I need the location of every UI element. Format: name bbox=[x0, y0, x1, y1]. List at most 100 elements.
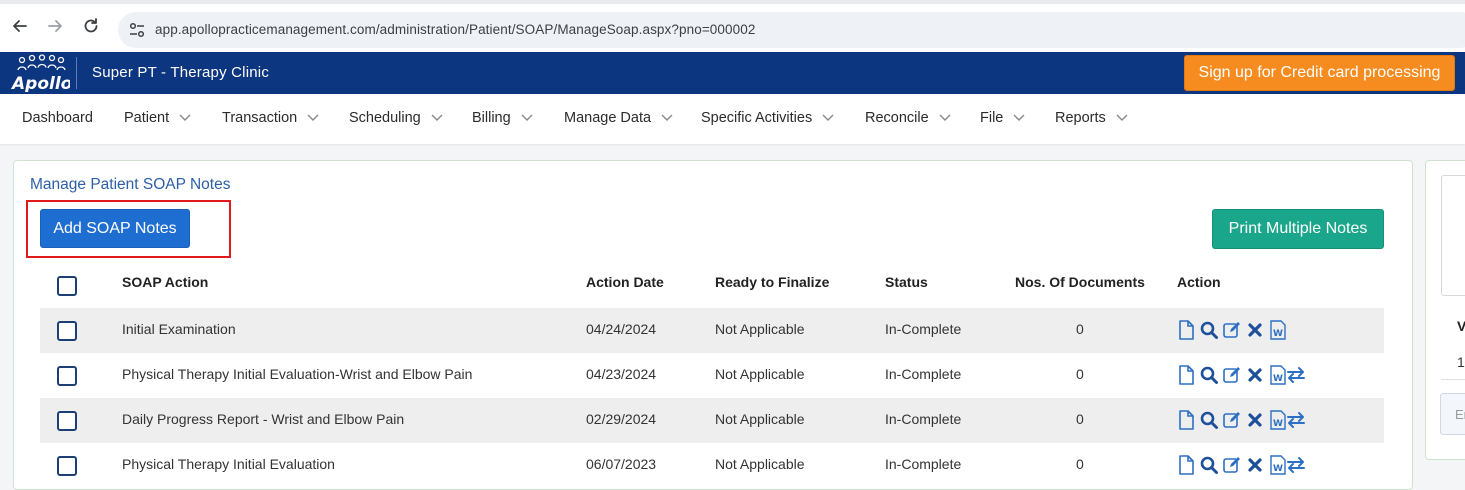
svg-text:W: W bbox=[1273, 419, 1283, 429]
browser-toolbar: app.apollopracticemanagement.com/adminis… bbox=[0, 0, 1465, 52]
row-checkbox[interactable] bbox=[57, 366, 77, 386]
word-icon[interactable]: W bbox=[1268, 319, 1288, 341]
logo-text: Apollo bbox=[10, 74, 70, 92]
edit-icon[interactable] bbox=[1222, 454, 1242, 476]
status-text: In-Complete bbox=[885, 456, 962, 472]
menu-item-billing[interactable]: Billing bbox=[472, 110, 533, 126]
menu-item-specific-activities[interactable]: Specific Activities bbox=[701, 110, 834, 126]
menu-item-transaction[interactable]: Transaction bbox=[222, 110, 319, 126]
edit-icon[interactable] bbox=[1222, 364, 1242, 386]
document-icon[interactable] bbox=[1176, 454, 1196, 476]
chevron-down-icon bbox=[822, 114, 834, 122]
url-text[interactable]: app.apollopracticemanagement.com/adminis… bbox=[155, 22, 755, 37]
reload-button[interactable] bbox=[80, 17, 102, 39]
address-bar[interactable]: app.apollopracticemanagement.com/adminis… bbox=[118, 12, 1465, 48]
edit-icon[interactable] bbox=[1222, 409, 1242, 431]
column-header-soap-action: SOAP Action bbox=[122, 274, 209, 290]
ready-to-finalize-text: Not Applicable bbox=[715, 366, 805, 382]
search-icon[interactable] bbox=[1199, 454, 1219, 476]
row-checkbox[interactable] bbox=[57, 456, 77, 476]
search-icon[interactable] bbox=[1199, 409, 1219, 431]
action-date-text: 02/29/2024 bbox=[586, 411, 657, 427]
word-icon[interactable]: W bbox=[1268, 409, 1288, 431]
soap-action-text: Initial Examination bbox=[122, 321, 236, 337]
side-input-placeholder: Er bbox=[1455, 407, 1465, 422]
select-all-checkbox[interactable] bbox=[57, 276, 77, 296]
menu-item-file[interactable]: File bbox=[980, 110, 1025, 126]
action-date-text: 04/23/2024 bbox=[586, 366, 657, 382]
document-icon[interactable] bbox=[1176, 409, 1196, 431]
column-header-status: Status bbox=[885, 274, 928, 290]
ready-to-finalize-text: Not Applicable bbox=[715, 456, 805, 472]
column-header-action: Action bbox=[1177, 274, 1221, 290]
menu-item-reconcile[interactable]: Reconcile bbox=[865, 110, 951, 126]
column-header-documents: Nos. Of Documents bbox=[1015, 274, 1145, 290]
search-icon[interactable] bbox=[1199, 319, 1219, 341]
forward-button[interactable] bbox=[44, 17, 66, 39]
search-icon[interactable] bbox=[1199, 364, 1219, 386]
side-preview-box bbox=[1441, 175, 1465, 296]
delete-icon[interactable] bbox=[1245, 409, 1265, 431]
edit-icon[interactable] bbox=[1222, 319, 1242, 341]
word-icon[interactable]: W bbox=[1268, 364, 1288, 386]
document-icon[interactable] bbox=[1176, 319, 1196, 341]
app-header: Apollo Super PT - Therapy Clinic Sign up… bbox=[0, 52, 1465, 94]
chevron-down-icon bbox=[939, 114, 951, 122]
chevron-down-icon bbox=[1013, 114, 1025, 122]
side-divider bbox=[1441, 379, 1465, 380]
column-header-ready-to-finalize: Ready to Finalize bbox=[715, 274, 830, 290]
documents-count: 0 bbox=[1076, 456, 1084, 472]
soap-action-text: Physical Therapy Initial Evaluation-Wris… bbox=[122, 366, 473, 382]
document-icon[interactable] bbox=[1176, 364, 1196, 386]
row-checkbox[interactable] bbox=[57, 411, 77, 431]
soap-action-text: Daily Progress Report - Wrist and Elbow … bbox=[122, 411, 405, 427]
arrow-left-icon bbox=[13, 20, 27, 32]
reload-icon bbox=[84, 18, 98, 33]
chevron-down-icon bbox=[431, 114, 443, 122]
apollo-logo[interactable]: Apollo bbox=[10, 54, 70, 92]
arrow-right-icon bbox=[48, 20, 62, 32]
ready-to-finalize-text: Not Applicable bbox=[715, 321, 805, 337]
site-settings-icon[interactable] bbox=[128, 21, 146, 39]
transfer-icon[interactable] bbox=[1286, 364, 1306, 386]
add-soap-notes-button[interactable]: Add SOAP Notes bbox=[40, 209, 190, 248]
side-panel: V 1 Er bbox=[1425, 160, 1465, 460]
action-date-text: 06/07/2023 bbox=[586, 456, 657, 472]
chevron-down-icon bbox=[661, 114, 673, 122]
back-button[interactable] bbox=[9, 17, 31, 39]
delete-icon[interactable] bbox=[1245, 319, 1265, 341]
action-date-text: 04/24/2024 bbox=[586, 321, 657, 337]
ready-to-finalize-text: Not Applicable bbox=[715, 411, 805, 427]
side-input-field[interactable]: Er bbox=[1440, 393, 1465, 435]
side-heading: V bbox=[1457, 318, 1465, 334]
menu-item-scheduling[interactable]: Scheduling bbox=[349, 110, 443, 126]
status-text: In-Complete bbox=[885, 321, 962, 337]
svg-text:W: W bbox=[1273, 374, 1283, 384]
chevron-down-icon bbox=[179, 114, 191, 122]
chevron-down-icon bbox=[521, 114, 533, 122]
table-row: Physical Therapy Initial Evaluation-Wris… bbox=[40, 353, 1384, 398]
chevron-down-icon bbox=[307, 114, 319, 122]
print-multiple-notes-button[interactable]: Print Multiple Notes bbox=[1212, 209, 1384, 249]
menu-item-dashboard[interactable]: Dashboard bbox=[22, 110, 93, 126]
signup-credit-card-button[interactable]: Sign up for Credit card processing bbox=[1184, 55, 1455, 91]
menu-item-reports[interactable]: Reports bbox=[1055, 110, 1128, 126]
word-icon[interactable]: W bbox=[1268, 454, 1288, 476]
table-row: Initial Examination 04/24/2024 Not Appli… bbox=[40, 308, 1384, 353]
column-header-action-date: Action Date bbox=[586, 274, 664, 290]
transfer-icon[interactable] bbox=[1286, 409, 1306, 431]
svg-text:W: W bbox=[1273, 464, 1283, 474]
status-text: In-Complete bbox=[885, 366, 962, 382]
menu-item-patient[interactable]: Patient bbox=[124, 110, 191, 126]
side-value: 1 bbox=[1457, 354, 1465, 370]
header-divider bbox=[76, 57, 77, 89]
menu-item-manage-data[interactable]: Manage Data bbox=[564, 110, 673, 126]
transfer-icon[interactable] bbox=[1286, 454, 1306, 476]
page-title: Manage Patient SOAP Notes bbox=[30, 176, 231, 193]
row-checkbox[interactable] bbox=[57, 321, 77, 341]
soap-action-text: Physical Therapy Initial Evaluation bbox=[122, 456, 335, 472]
soap-notes-panel: Manage Patient SOAP Notes Add SOAP Notes… bbox=[13, 160, 1413, 490]
delete-icon[interactable] bbox=[1245, 364, 1265, 386]
table-row: Daily Progress Report - Wrist and Elbow … bbox=[40, 398, 1384, 443]
delete-icon[interactable] bbox=[1245, 454, 1265, 476]
